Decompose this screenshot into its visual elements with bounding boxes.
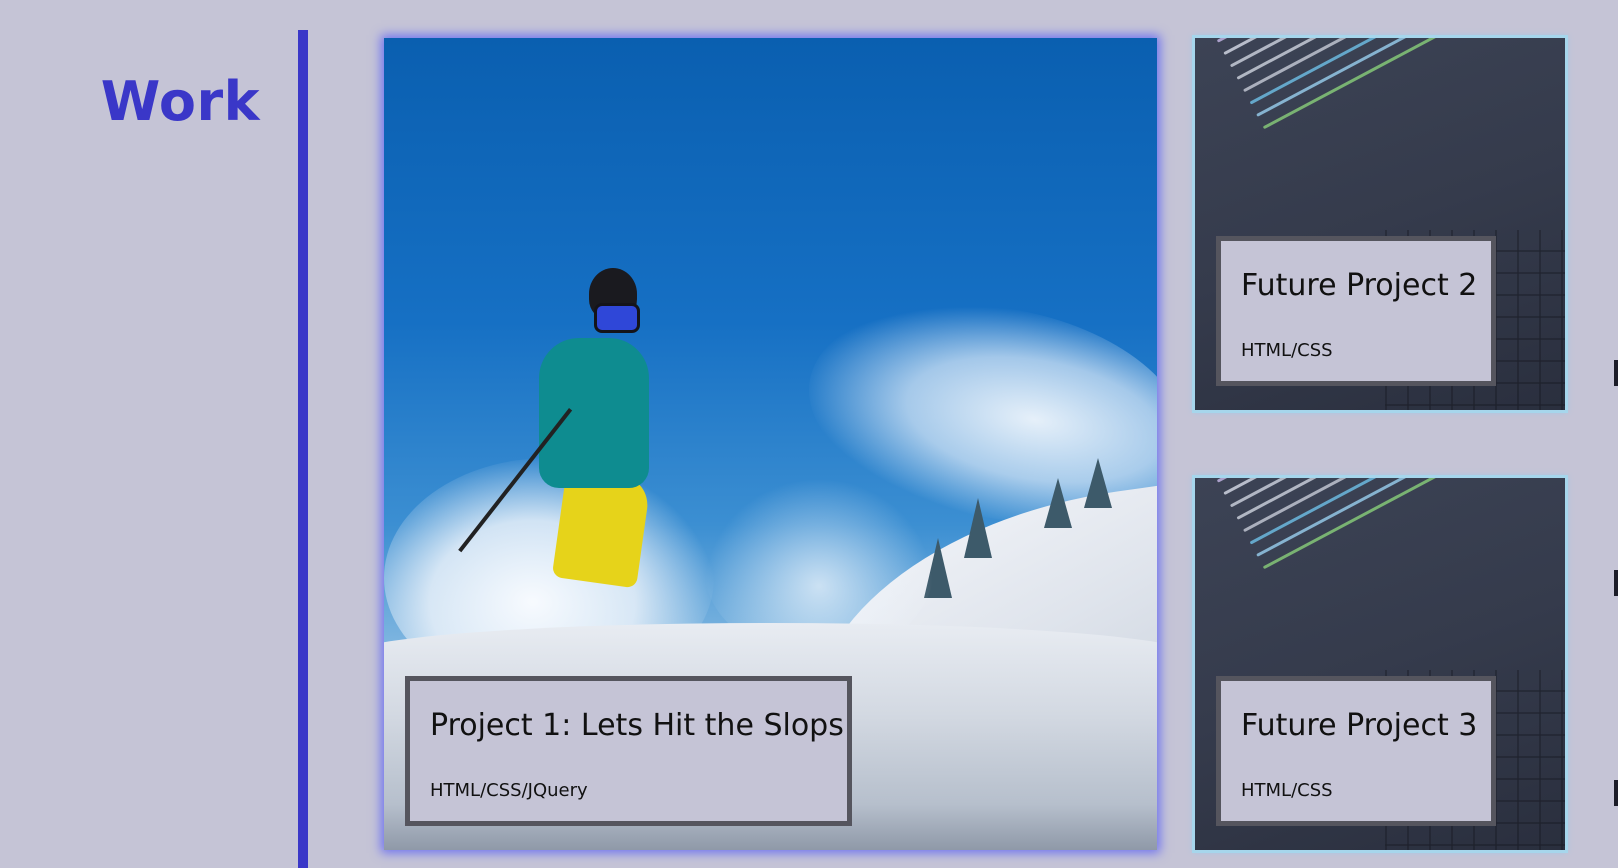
project-tech: HTML/CSS (1241, 340, 1333, 361)
edge-mark (1614, 360, 1618, 386)
code-lines (1205, 38, 1565, 139)
skier-jacket (539, 338, 649, 488)
edge-mark (1614, 570, 1618, 596)
project-title: Future Project 3 (1241, 708, 1478, 743)
project-tech: HTML/CSS/JQuery (430, 780, 588, 801)
project-caption[interactable]: Project 1: Lets Hit the Slops HTML/CSS/J… (405, 676, 852, 826)
project-tech: HTML/CSS (1241, 780, 1333, 801)
project-card-3[interactable]: Future Project 3 HTML/CSS (1195, 478, 1565, 850)
section-title: Work (100, 70, 260, 133)
project-caption[interactable]: Future Project 2 HTML/CSS (1216, 236, 1496, 386)
project-card-1[interactable]: Project 1: Lets Hit the Slops HTML/CSS/J… (384, 38, 1157, 850)
skier-goggles (594, 303, 640, 333)
code-lines (1205, 478, 1565, 579)
project-caption[interactable]: Future Project 3 HTML/CSS (1216, 676, 1496, 826)
tree-shape (964, 498, 992, 558)
edge-mark (1614, 780, 1618, 806)
project-title: Future Project 2 (1241, 268, 1478, 303)
edge-scroll-marks (1614, 360, 1618, 820)
section-divider (298, 30, 308, 868)
project-title: Project 1: Lets Hit the Slops (430, 708, 844, 743)
tree-shape (1044, 478, 1072, 528)
tree-shape (1084, 458, 1112, 508)
project-card-2[interactable]: Future Project 2 HTML/CSS (1195, 38, 1565, 410)
